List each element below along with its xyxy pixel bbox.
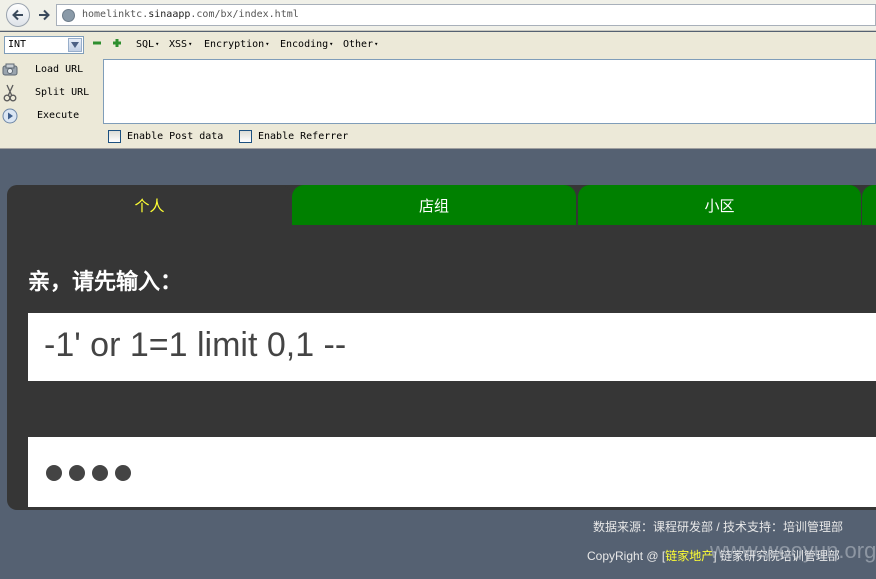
- password-mask: [46, 465, 138, 481]
- increase-icon[interactable]: [112, 38, 122, 48]
- tab-store-group[interactable]: 店组: [292, 185, 576, 225]
- globe-icon: [62, 9, 75, 22]
- load-url-icon: [2, 62, 18, 78]
- tab-personal[interactable]: 个人: [7, 185, 292, 225]
- browser-address-bar: homelinktc.sinaapp.com/bx/index.html: [0, 0, 876, 31]
- menu-encoding[interactable]: Encoding▾: [280, 39, 333, 50]
- load-url-label: Load URL: [35, 64, 84, 75]
- enable-referrer-checkbox[interactable]: Enable Referrer: [239, 130, 348, 143]
- menu-other[interactable]: Other▾: [343, 39, 378, 50]
- hackbar-panel: INT SQL▾ XSS▾ Encryption▾ Encoding▾ Othe…: [0, 32, 876, 149]
- play-icon: [2, 108, 18, 124]
- enable-post-checkbox[interactable]: Enable Post data: [108, 130, 223, 143]
- password-dot: [92, 465, 108, 481]
- enable-referrer-label: Enable Referrer: [258, 131, 349, 142]
- menu-xss[interactable]: XSS▾: [169, 39, 192, 50]
- type-select-value: INT: [8, 39, 27, 50]
- password-input[interactable]: [28, 437, 876, 507]
- arrow-left-icon: [12, 9, 23, 21]
- username-input[interactable]: -1' or 1=1 limit 0,1 --: [28, 313, 876, 381]
- type-select[interactable]: INT: [4, 36, 84, 54]
- menu-encryption[interactable]: Encryption▾: [204, 39, 269, 50]
- enable-post-label: Enable Post data: [127, 131, 224, 142]
- url-text: homelinktc.sinaapp.com/bx/index.html: [82, 9, 299, 20]
- password-dot: [69, 465, 85, 481]
- footer-credits: 数据来源：课程研发部 / 技术支持：培训管理部: [593, 520, 844, 534]
- forward-button[interactable]: [33, 4, 55, 26]
- password-dot: [46, 465, 62, 481]
- back-button[interactable]: [6, 3, 30, 27]
- username-value: -1' or 1=1 limit 0,1 --: [44, 326, 347, 364]
- tab-overflow[interactable]: [862, 185, 876, 225]
- tab-community[interactable]: 小区: [578, 185, 861, 225]
- execute-label: Execute: [37, 110, 80, 121]
- execute-button[interactable]: Execute: [2, 106, 100, 126]
- checkbox-box[interactable]: [108, 130, 121, 143]
- split-url-button[interactable]: Split URL: [2, 83, 100, 103]
- arrow-right-icon: [39, 9, 50, 21]
- hackbar-url-textarea[interactable]: [103, 59, 876, 124]
- split-url-label: Split URL: [35, 87, 90, 98]
- watermark: www.wooyun.org: [710, 538, 876, 563]
- load-url-button[interactable]: Load URL: [2, 60, 100, 80]
- decrease-icon[interactable]: [92, 38, 102, 48]
- chevron-down-icon: [68, 38, 82, 52]
- input-prompt: 亲，请先输入：: [28, 269, 183, 295]
- password-dot: [115, 465, 131, 481]
- footer-company-link[interactable]: 链家地产: [665, 549, 713, 563]
- url-input[interactable]: homelinktc.sinaapp.com/bx/index.html: [56, 4, 876, 26]
- checkbox-box[interactable]: [239, 130, 252, 143]
- menu-sql[interactable]: SQL▾: [136, 39, 159, 50]
- scissors-icon: [2, 84, 18, 102]
